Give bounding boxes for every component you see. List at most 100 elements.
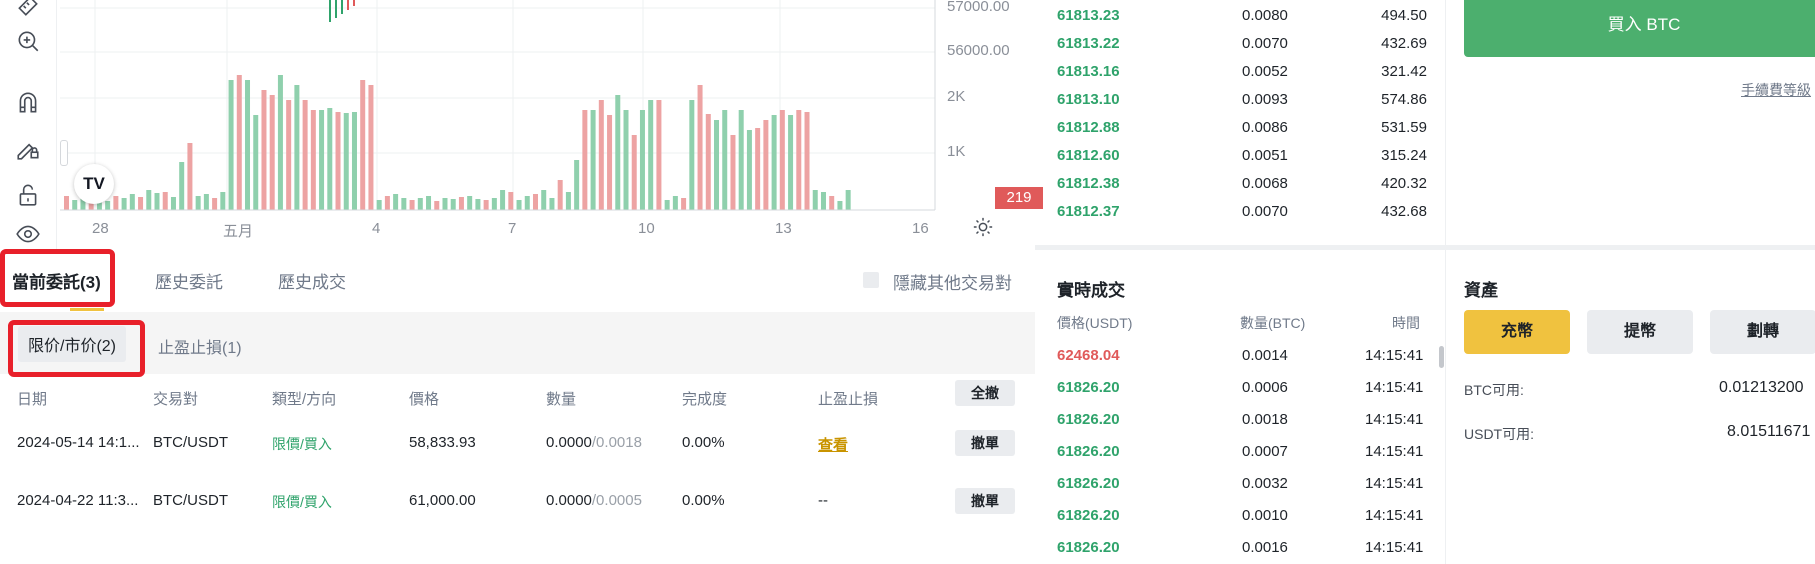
- transfer-button[interactable]: 劃轉: [1710, 310, 1815, 354]
- volume-bar: [590, 110, 596, 210]
- order-book: 61813.23 0.0080 494.50 61813.22 0.0070 432.69…: [1035, 0, 1445, 245]
- volume-bar: [689, 100, 695, 210]
- trade-price: 61826.20: [1057, 475, 1120, 492]
- hide-other-pairs-checkbox[interactable]: [863, 272, 879, 288]
- tradingview-logo[interactable]: TV: [74, 164, 114, 204]
- trade-qty: 0.0018: [1242, 411, 1288, 428]
- volume-bar: [154, 193, 160, 210]
- ruler-icon[interactable]: [14, 0, 42, 20]
- tab-trade-history[interactable]: 歷史成交: [278, 268, 346, 293]
- volume-bar: [746, 130, 752, 210]
- ob-total: 432.69: [1381, 35, 1427, 52]
- volume-bar: [730, 135, 736, 210]
- volume-bar: [648, 100, 654, 210]
- volume-bar: [705, 114, 711, 210]
- volume-bar: [195, 196, 201, 210]
- usdt-available-value: 8.01511671: [1727, 423, 1811, 440]
- orderbook-row[interactable]: 61812.88 0.0086 531.59: [1035, 119, 1445, 143]
- x-axis-label: 4: [372, 220, 381, 237]
- volume-bar: [368, 85, 374, 210]
- btc-available-label: BTC可用:: [1464, 382, 1524, 398]
- orderbook-row[interactable]: 61813.16 0.0052 321.42: [1035, 63, 1445, 87]
- volume-bar: [532, 194, 538, 210]
- eye-icon[interactable]: [14, 220, 42, 248]
- orderbook-row[interactable]: 61813.10 0.0093 574.86: [1035, 91, 1445, 115]
- qty-total: /0.0018: [591, 434, 642, 451]
- buy-btc-button[interactable]: 買入 BTC: [1464, 0, 1815, 57]
- volume-bar: [253, 115, 259, 210]
- col-pair: 交易對: [153, 391, 199, 408]
- volume-bar: [261, 90, 267, 210]
- y-axis-label: 1K: [947, 143, 966, 160]
- order-type: 限價/買入: [272, 436, 332, 452]
- tab-order-history[interactable]: 歷史委託: [155, 268, 223, 293]
- volume-bar: [360, 80, 366, 210]
- divider: [1446, 245, 1815, 250]
- volume-bar: [812, 190, 818, 210]
- volume-bar: [203, 194, 209, 210]
- volume-bar: [335, 112, 341, 210]
- volume-bar: [820, 192, 826, 210]
- x-axis-label: 10: [638, 220, 655, 237]
- volume-bar: [409, 200, 415, 210]
- cancel-all-button[interactable]: 全撤: [955, 380, 1015, 406]
- pencil-lock-icon[interactable]: [14, 135, 42, 163]
- volume-bar: [755, 128, 761, 210]
- toolbar-collapse-handle[interactable]: [60, 140, 68, 166]
- chart-canvas: [60, 0, 936, 211]
- withdraw-button[interactable]: 提幣: [1587, 310, 1693, 354]
- volume-bar: [434, 201, 440, 210]
- volume-bar: [607, 115, 613, 210]
- volume-bar: [565, 192, 571, 210]
- col-tp-sl: 止盈止損: [818, 391, 879, 408]
- trade-price: 61826.20: [1057, 507, 1120, 524]
- volume-bar: [319, 110, 325, 210]
- orderbook-row[interactable]: 61812.38 0.0068 420.32: [1035, 175, 1445, 199]
- orderbook-row[interactable]: 61813.22 0.0070 432.69: [1035, 35, 1445, 59]
- trade-time: 14:15:41: [1365, 539, 1424, 556]
- volume-bar: [738, 110, 744, 210]
- trades-header-time: 時間: [1392, 315, 1420, 331]
- deposit-button[interactable]: 充幣: [1464, 310, 1570, 354]
- trade-qty: 0.0006: [1242, 379, 1288, 396]
- volume-bar: [417, 198, 423, 210]
- highlight-box: [8, 320, 145, 377]
- trade-qty: 0.0032: [1242, 475, 1288, 492]
- settings-gear-icon[interactable]: [972, 216, 994, 238]
- volume-bar: [294, 85, 300, 210]
- qty-filled: 0.0000: [546, 434, 592, 451]
- volume-bar: [64, 196, 69, 210]
- orderbook-row[interactable]: 61812.60 0.0051 315.24: [1035, 147, 1445, 171]
- cancel-order-button[interactable]: 撤單: [955, 488, 1015, 514]
- volume-bar: [129, 194, 135, 210]
- fee-level-link[interactable]: 手續費等級: [1741, 80, 1811, 100]
- volume-bar: [623, 110, 629, 210]
- view-tpsl-link[interactable]: 查看: [818, 434, 848, 455]
- y-axis-label: 2K: [947, 88, 966, 105]
- scrollbar[interactable]: [1439, 346, 1444, 368]
- volume-bar: [804, 112, 810, 210]
- volume-bar: [483, 200, 489, 210]
- orderbook-row[interactable]: 61812.37 0.0070 432.68: [1035, 203, 1445, 227]
- order-type-bar: 限价/市价(2) 止盈止損(1): [0, 312, 1035, 374]
- magnet-icon[interactable]: [14, 89, 42, 117]
- volume-bar: [179, 162, 185, 210]
- subtab-tp-sl[interactable]: 止盈止損(1): [158, 334, 242, 358]
- zoom-in-icon[interactable]: [14, 27, 42, 55]
- ob-price: 61813.23: [1057, 7, 1120, 24]
- volume-bar: [672, 196, 678, 210]
- volume-bar: [72, 200, 78, 210]
- volume-bar: [376, 200, 382, 210]
- ob-amount: 0.0068: [1242, 175, 1288, 192]
- unlock-icon[interactable]: [14, 181, 42, 209]
- orderbook-row[interactable]: 61813.23 0.0080 494.50: [1035, 7, 1445, 31]
- qty-filled: 0.0000: [546, 492, 592, 509]
- volume-bar: [113, 196, 119, 210]
- price-chart[interactable]: 57000.00 56000.00 2K 1K 219 28 五月 4 7 10…: [60, 0, 1043, 248]
- ob-price: 61812.37: [1057, 203, 1120, 220]
- volume-bar: [582, 110, 588, 210]
- volume-bar: [771, 115, 777, 210]
- ob-amount: 0.0086: [1242, 119, 1288, 136]
- cancel-order-button[interactable]: 撤單: [955, 430, 1015, 456]
- volume-bar: [450, 199, 456, 210]
